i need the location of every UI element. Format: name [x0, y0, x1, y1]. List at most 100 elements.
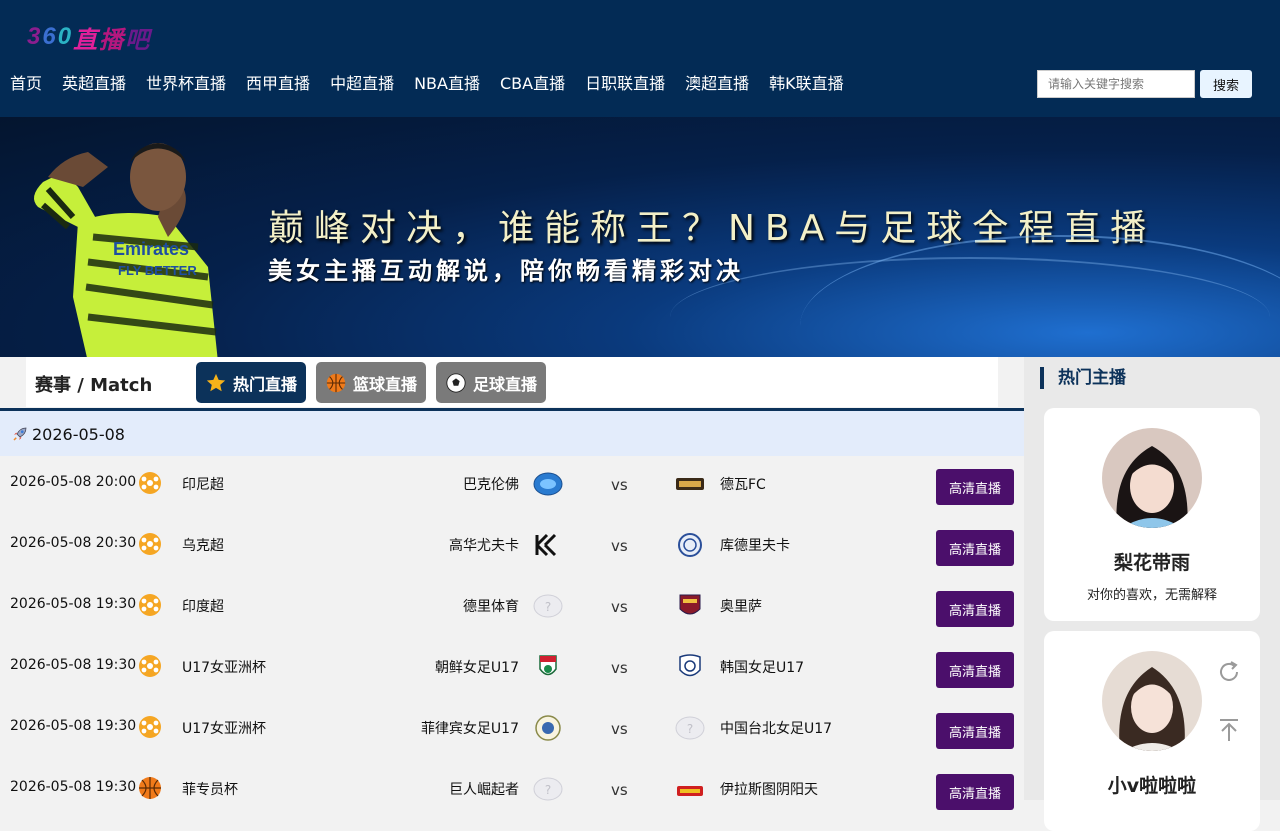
banner-subtitle: 美女主播互动解说，陪你畅看精彩对决 [268, 257, 744, 285]
away-team-name[interactable]: 中国台北女足U17 [720, 718, 832, 738]
placeholder-logo-icon: ? [675, 716, 705, 740]
home-team-logo [539, 655, 557, 676]
main-nav: 首页 英超直播 世界杯直播 西甲直播 中超直播 NBA直播 CBA直播 日职联直… [10, 72, 864, 96]
nav-home[interactable]: 首页 [10, 72, 42, 96]
banner-title: 巅峰对决，谁能称王？NBA与足球全程直播 [268, 208, 1157, 249]
search-button[interactable]: 搜索 [1200, 70, 1252, 98]
rocket-icon [13, 427, 27, 441]
match-row: 2026-05-08 20:00 印尼超 巴克伦佛 vs 德瓦FC 高清直播 [0, 456, 1024, 517]
match-time: 2026-05-08 20:30 [10, 535, 137, 551]
home-team-name[interactable]: 德里体育 [463, 596, 519, 616]
star-icon [206, 373, 226, 391]
placeholder-logo-icon: ? [533, 777, 563, 801]
nav-cba[interactable]: CBA直播 [500, 72, 565, 96]
match-row: 2026-05-08 19:30 印度超 德里体育 ? vs 奥里萨 高清直播 [0, 578, 1024, 639]
home-team-name[interactable]: 巴克伦佛 [463, 474, 519, 494]
site-logo[interactable]: 3 6 0 直 播 吧 [27, 20, 149, 54]
anchor-avatar[interactable] [1102, 651, 1202, 751]
nav-csl[interactable]: 中超直播 [330, 72, 394, 96]
away-team-logo [678, 533, 702, 557]
logo-char-3: 3 [27, 23, 41, 50]
hd-live-button[interactable]: 高清直播 [936, 469, 1014, 505]
away-team-name[interactable]: 库德里夫卡 [720, 535, 790, 555]
player-illustration: Emirates FLY BETTER [34, 143, 218, 357]
svg-text:?: ? [545, 600, 551, 614]
tab-hot-label: 热门直播 [232, 374, 297, 394]
nav-world-cup[interactable]: 世界杯直播 [146, 72, 226, 96]
match-time: 2026-05-08 19:30 [10, 596, 137, 612]
match-tabbar: 赛事 / Match 热门直播 篮球直播 足球直播 [26, 357, 998, 407]
match-row: 2026-05-08 19:30 U17女亚洲杯 菲律宾女足U17 vs ? 中… [0, 700, 1024, 761]
avatar-image [1102, 651, 1202, 751]
nav-aleague[interactable]: 澳超直播 [685, 72, 749, 96]
nav-nba[interactable]: NBA直播 [414, 72, 480, 96]
match-league: U17女亚洲杯 [182, 660, 267, 676]
logo-char-bo: 播 [99, 26, 124, 54]
svg-text:?: ? [545, 783, 551, 797]
vs-label: vs [611, 476, 628, 494]
vs-label: vs [611, 781, 628, 799]
anchor-name: 小v啦啦啦 [1107, 775, 1197, 797]
home-team-name[interactable]: 菲律宾女足U17 [421, 718, 519, 738]
away-team-name[interactable]: 奥里萨 [720, 596, 762, 616]
sidebar-title: 热门主播 [1040, 367, 1126, 389]
tab-football-label: 足球直播 [472, 374, 537, 394]
match-league: 乌克超 [182, 538, 224, 554]
tab-hot-live[interactable]: 热门直播 [196, 362, 306, 403]
home-team-name[interactable]: 朝鲜女足U17 [435, 657, 519, 677]
anchor-name: 梨花带雨 [1113, 552, 1190, 574]
hd-live-button[interactable]: 高清直播 [936, 774, 1014, 810]
refresh-icon[interactable] [1216, 659, 1242, 685]
hero-banner: Emirates FLY BETTER 巅峰对决，谁能称王？NBA与足球全程直播… [0, 117, 1280, 357]
hd-live-button[interactable]: 高清直播 [936, 652, 1014, 688]
svg-text:FLY BETTER: FLY BETTER [118, 263, 197, 278]
anchor-card[interactable]: 梨花带雨 对你的喜欢，无需解释 [1044, 408, 1260, 621]
home-team-logo [533, 472, 563, 496]
date-group-label: 2026-05-08 [32, 425, 125, 444]
nav-kleague[interactable]: 韩K联直播 [769, 72, 844, 96]
logo-char-6: 6 [42, 23, 56, 50]
away-team-logo [676, 478, 704, 490]
match-time: 2026-05-08 19:30 [10, 657, 137, 673]
vs-label: vs [611, 598, 628, 616]
basketball-icon [326, 373, 346, 392]
home-team-name[interactable]: 高华尤夫卡 [449, 535, 519, 555]
banner-decor-arc [670, 257, 1270, 357]
logo-char-0: 0 [57, 23, 72, 50]
match-league: 菲专员杯 [182, 782, 238, 798]
svg-text:Emirates: Emirates [113, 239, 189, 259]
vs-label: vs [611, 537, 628, 555]
placeholder-logo-icon: ? [533, 594, 563, 618]
hd-live-button[interactable]: 高清直播 [936, 530, 1014, 566]
nav-epl[interactable]: 英超直播 [62, 72, 126, 96]
football-sport-icon [139, 716, 161, 738]
search-input[interactable] [1037, 70, 1195, 98]
match-time: 2026-05-08 19:30 [10, 718, 137, 734]
logo-char-zhi: 直 [73, 26, 98, 54]
nav-jleague[interactable]: 日职联直播 [585, 72, 665, 96]
away-team-logo [679, 594, 701, 615]
back-to-top-icon[interactable] [1216, 717, 1242, 743]
football-sport-icon [139, 533, 161, 555]
tab-basketball-live[interactable]: 篮球直播 [316, 362, 426, 403]
away-team-name[interactable]: 韩国女足U17 [720, 657, 804, 677]
away-team-logo [677, 786, 703, 796]
away-team-name[interactable]: 德瓦FC [720, 474, 766, 494]
match-league: 印尼超 [182, 477, 224, 493]
hd-live-button[interactable]: 高清直播 [936, 713, 1014, 749]
hd-live-button[interactable]: 高清直播 [936, 591, 1014, 627]
tab-football-live[interactable]: 足球直播 [436, 362, 546, 403]
nav-laliga[interactable]: 西甲直播 [246, 72, 310, 96]
soccer-ball-icon [446, 372, 466, 393]
away-team-name[interactable]: 伊拉斯图阴阳天 [720, 779, 818, 799]
match-section-title: 赛事 / Match [35, 375, 153, 396]
away-team-logo [679, 654, 701, 677]
home-team-logo [535, 715, 561, 741]
football-sport-icon [139, 472, 161, 494]
vs-label: vs [611, 659, 628, 677]
home-team-logo [535, 533, 557, 557]
avatar-image [1102, 428, 1202, 528]
home-team-name[interactable]: 巨人崛起者 [449, 779, 519, 799]
anchor-avatar[interactable] [1102, 428, 1202, 528]
date-group-header: 2026-05-08 [0, 411, 1024, 456]
